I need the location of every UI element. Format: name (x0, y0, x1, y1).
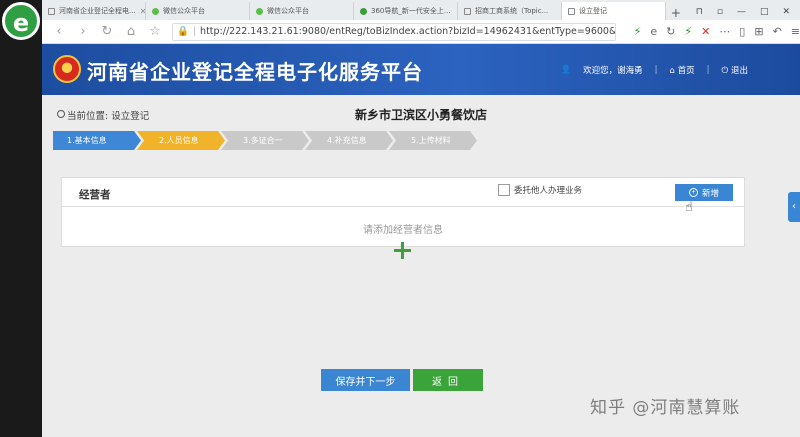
tab-label: 河南省企业登记全程电... (59, 7, 136, 15)
delegate-checkbox-row[interactable]: 委托他人办理业务 (498, 184, 582, 196)
browser-tab-active[interactable]: 设立登记 (562, 2, 666, 20)
breadcrumb-text: 当前位置: 设立登记 (67, 111, 150, 122)
add-operator-button[interactable]: + 新增 (675, 184, 733, 201)
window-control-2[interactable]: ▫ (717, 7, 723, 17)
accelerate-icon[interactable]: ⚡ (684, 25, 692, 38)
add-button-label: 新增 (701, 187, 719, 198)
window-controls: ⊓ ▫ — □ ✕ (686, 7, 800, 20)
url-input[interactable]: 🔒 | http://222.143.21.61:9080/entReg/toB… (172, 22, 616, 41)
home-link[interactable]: ⌂ 首页 (670, 64, 695, 76)
home-icon[interactable]: ⌂ (124, 24, 138, 39)
url-text: http://222.143.21.61:9080/entReg/toBizIn… (200, 26, 615, 37)
page-title: 新乡市卫滨区小勇餐饮店 (354, 108, 487, 122)
move-cursor-icon (394, 242, 411, 259)
undo-icon[interactable]: ↶ (773, 25, 782, 38)
tab-label: 招商工商系统（Topic... (475, 7, 549, 15)
logout-link-label: 退出 (730, 66, 748, 76)
browser-tab[interactable]: 河南省企业登记全程电... ✕ (42, 2, 146, 20)
progress-stepper: 1.基本信息 2.人员信息 3.多证合一 4.补充信息 5.上传材料 (53, 131, 753, 150)
location-pin-icon (56, 110, 65, 120)
back-arrow-icon[interactable]: ‹ (52, 24, 66, 39)
block-icon[interactable]: ✕ (701, 25, 710, 38)
tab-bar: 河南省企业登记全程电... ✕ 微信公众平台 微信公众平台 360导航_新一代安… (42, 0, 800, 20)
step-multi-cert[interactable]: 3.多证合一 (221, 131, 309, 150)
home-link-label: 首页 (677, 66, 695, 76)
browser-tab[interactable]: 360导航_新一代安全上... (354, 2, 458, 20)
tab-label: 360导航_新一代安全上... (371, 7, 451, 15)
wechat-icon (152, 7, 159, 15)
minimize-button[interactable]: — (737, 7, 746, 17)
side-expand-tab[interactable]: ‹ (788, 192, 800, 222)
tablet-icon[interactable]: ▯ (739, 25, 745, 38)
reload-icon[interactable]: ↻ (666, 25, 675, 38)
plus-circle-icon: + (688, 188, 698, 197)
star-icon[interactable]: ☆ (148, 24, 162, 39)
wechat-icon (256, 7, 263, 15)
refresh-icon[interactable]: ↻ (100, 24, 114, 39)
operator-panel-header: 经营者 委托他人办理业务 + 新增 (62, 178, 744, 207)
browser-side-rail (0, 0, 48, 437)
window-control-1[interactable]: ⊓ (696, 7, 703, 17)
delegate-label: 委托他人办理业务 (514, 186, 583, 196)
delegate-checkbox[interactable] (498, 184, 510, 196)
hand-cursor-icon: ☝ (685, 200, 693, 215)
browser-toolbar: ⚡ e ↻ ⚡ ✕ ⋯ ▯ ⊞ ↶ ≡ (634, 25, 800, 38)
browser-tab[interactable]: 招商工商系统（Topic... (458, 2, 562, 20)
menu-icon[interactable]: ≡ (791, 25, 800, 38)
tab-label: 设立登记 (579, 7, 607, 15)
maximize-button[interactable]: □ (760, 7, 769, 17)
step-supplementary-info[interactable]: 4.补充信息 (305, 131, 393, 150)
360-icon (360, 7, 367, 15)
step-personnel-info[interactable]: 2.人员信息 (137, 131, 225, 150)
tab-label: 微信公众平台 (267, 7, 309, 15)
address-bar: ‹ › ↻ ⌂ ☆ 🔒 | http://222.143.21.61:9080/… (42, 20, 800, 44)
operator-panel: 经营者 委托他人办理业务 + 新增 请添加经营者信息 (61, 177, 745, 247)
browser-tab[interactable]: 微信公众平台 (250, 2, 354, 20)
apps-icon[interactable]: ⊞ (754, 25, 763, 38)
more-icon[interactable]: ⋯ (719, 25, 730, 38)
page-icon (464, 7, 471, 15)
step-upload-materials[interactable]: 5.上传材料 (389, 131, 477, 150)
tab-label: 微信公众平台 (163, 7, 205, 15)
site-title: 河南省企业登记全程电子化服务平台 (87, 60, 423, 84)
new-tab-button[interactable]: + (666, 6, 686, 20)
save-and-next-button[interactable]: 保存并下一步 (321, 369, 410, 391)
national-emblem-icon (53, 55, 81, 83)
breadcrumb: 当前位置: 设立登记 (56, 108, 149, 122)
close-window-button[interactable]: ✕ (782, 7, 790, 17)
browser-tab[interactable]: 微信公众平台 (146, 2, 250, 20)
header-user-nav: 👤 欢迎您，谢海勇 | ⌂ 首页 | ⏻ 退出 (560, 64, 748, 76)
section-title: 经营者 (79, 189, 111, 201)
step-basic-info[interactable]: 1.基本信息 (53, 131, 141, 150)
ie-mode-icon[interactable]: e (650, 25, 657, 38)
page-icon (48, 7, 55, 15)
user-icon: 👤 (560, 65, 572, 75)
empty-state-message: 请添加经营者信息 (363, 225, 443, 236)
watermark: 知乎 @河南慧算账 (590, 398, 741, 418)
forward-arrow-icon[interactable]: › (76, 24, 90, 39)
lightning-icon[interactable]: ⚡ (634, 25, 642, 38)
page-icon (568, 7, 575, 15)
lock-icon: 🔒 (177, 26, 189, 37)
user-greeting: 欢迎您，谢海勇 (583, 66, 643, 76)
site-header: 河南省企业登记全程电子化服务平台 👤 欢迎您，谢海勇 | ⌂ 首页 | ⏻ 退出 (42, 44, 800, 95)
browser-logo-icon[interactable]: e (2, 2, 40, 40)
logout-link[interactable]: ⏻ 退出 (722, 64, 748, 76)
back-button[interactable]: 返回 (413, 369, 483, 391)
